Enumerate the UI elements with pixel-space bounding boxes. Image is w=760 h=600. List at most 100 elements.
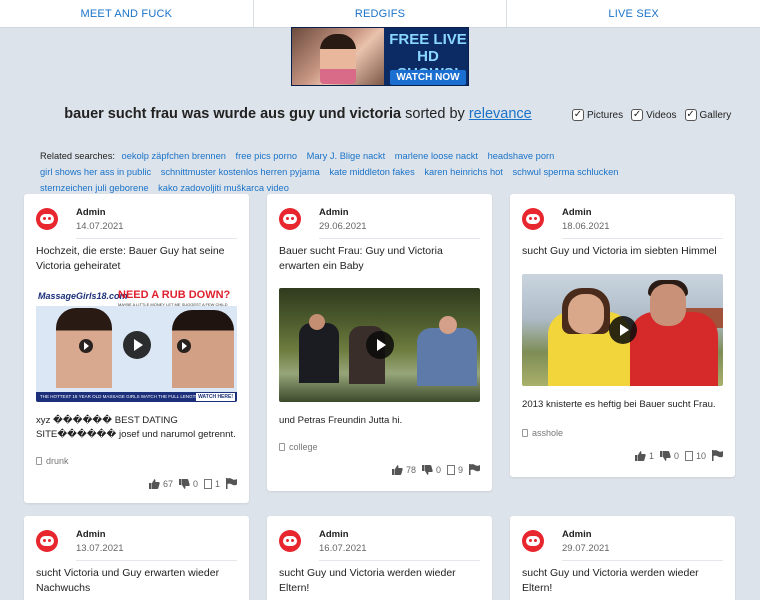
related-search-link[interactable]: sternzeichen juli geborene [40, 183, 149, 193]
post-card[interactable]: Admin 18.06.2021 sucht Guy und Victoria … [510, 194, 735, 477]
post-title[interactable]: Bauer sucht Frau: Guy und Victoria erwar… [279, 244, 480, 274]
checkbox-icon[interactable]: ✓ [631, 109, 644, 121]
related-search-link[interactable]: schwul sperma schlucken [512, 167, 618, 177]
dislike-button[interactable]: 0 [178, 478, 198, 489]
avatar[interactable] [522, 530, 544, 552]
post-card[interactable]: Admin 29.06.2021 Bauer sucht Frau: Guy u… [267, 194, 492, 491]
avatar[interactable] [279, 530, 301, 552]
sorted-by-label: sorted by [405, 106, 465, 122]
dislike-icon [421, 464, 433, 475]
related-search-link[interactable]: girl shows her ass in public [40, 167, 151, 177]
avatar[interactable] [279, 208, 301, 230]
post-tag[interactable]: asshole [522, 428, 563, 438]
related-searches-label: Related searches: [40, 151, 115, 161]
related-search-link[interactable]: oekolp zäpfchen brennen [122, 151, 226, 161]
like-button[interactable]: 1 [634, 450, 654, 461]
post-title[interactable]: sucht Guy und Victoria werden wieder Elt… [522, 566, 723, 596]
avatar[interactable] [36, 530, 58, 552]
play-icon[interactable] [79, 339, 93, 353]
post-title[interactable]: sucht Guy und Victoria im siebten Himmel [522, 244, 723, 259]
post-title[interactable]: sucht Guy und Victoria werden wieder Elt… [279, 566, 480, 596]
related-search-link[interactable]: kate middleton fakes [329, 167, 414, 177]
ad-watch-button[interactable]: WATCH HERE! [196, 393, 235, 401]
play-icon[interactable] [365, 331, 394, 359]
checkbox-icon[interactable]: ✓ [572, 109, 584, 121]
tag-icon [279, 443, 285, 451]
post-thumbnail[interactable]: MassageGirls18.com NEED A RUB DOWN? MAYB… [36, 288, 237, 402]
post-date: 13.07.2021 [76, 543, 124, 554]
ad-logo: MassageGirls18.com [38, 291, 128, 301]
post-author[interactable]: Admin [76, 529, 106, 540]
post-tag[interactable]: drunk [36, 456, 69, 466]
post-thumbnail[interactable] [279, 288, 480, 402]
ad-bar-text: THE HOTTEST 18 YEAR OLD MASSAGE GIRLS WA… [40, 394, 214, 399]
post-author[interactable]: Admin [319, 207, 349, 218]
flag-button[interactable] [712, 450, 723, 461]
post-date: 14.07.2021 [76, 221, 124, 232]
comment-icon [684, 450, 693, 461]
avatar[interactable] [36, 208, 58, 230]
ad-subline: MAYBE A LITTLE MONEY LET ME SUGGEST A FE… [118, 302, 228, 307]
checkbox-icon[interactable]: ✓ [684, 109, 697, 121]
post-description: 2013 knisterte es heftig bei Bauer sucht… [522, 399, 716, 410]
post-description: und Petras Freundin Jutta hi. [279, 415, 403, 426]
related-search-link[interactable]: kako zadovoljiti muškarca video [158, 183, 289, 193]
post-tag[interactable]: college [279, 442, 318, 452]
post-card[interactable]: Admin 16.07.2021 sucht Guy und Victoria … [267, 516, 492, 600]
related-search-link[interactable]: Mary J. Blige nackt [307, 151, 386, 161]
filter-pictures[interactable]: ✓ Pictures [572, 109, 623, 121]
post-date: 29.06.2021 [319, 221, 367, 232]
banner-watch-now-button[interactable]: WATCH NOW [390, 70, 466, 85]
divider [76, 560, 237, 561]
filter-label: Videos [646, 109, 677, 121]
flag-icon [226, 478, 237, 489]
divider [562, 560, 723, 561]
play-icon[interactable] [608, 316, 637, 344]
post-thumbnail[interactable] [522, 274, 723, 386]
like-button[interactable]: 67 [148, 478, 173, 489]
filter-label: Gallery [699, 109, 732, 121]
like-icon [391, 464, 403, 475]
like-button[interactable]: 78 [391, 464, 416, 475]
divider [76, 238, 237, 239]
comment-button[interactable]: 1 [203, 478, 220, 489]
nav-redgifs[interactable]: REDGIFS [254, 0, 508, 27]
dislike-button[interactable]: 0 [659, 450, 679, 461]
post-card[interactable]: Admin 14.07.2021 Hochzeit, die erste: Ba… [24, 194, 249, 503]
play-icon[interactable] [122, 331, 151, 359]
filter-gallery[interactable]: ✓ Gallery [684, 109, 732, 121]
tag-icon [522, 429, 528, 437]
post-author[interactable]: Admin [76, 207, 106, 218]
filter-label: Pictures [587, 109, 624, 121]
filter-videos[interactable]: ✓ Videos [631, 109, 677, 121]
nav-meet-and-fuck[interactable]: MEET AND FUCK [0, 0, 254, 27]
dislike-button[interactable]: 0 [421, 464, 441, 475]
related-search-link[interactable]: free pics porno [236, 151, 298, 161]
flag-button[interactable] [226, 478, 237, 489]
related-search-link[interactable]: headshave porn [488, 151, 555, 161]
media-filters: ✓ Pictures ✓ Videos ✓ Gallery [572, 109, 731, 121]
play-icon[interactable] [177, 339, 191, 353]
sort-relevance-link[interactable]: relevance [469, 106, 532, 122]
post-title[interactable]: sucht Victoria und Guy erwarten wieder N… [36, 566, 237, 596]
related-search-link[interactable]: marlene loose nackt [395, 151, 478, 161]
related-search-link[interactable]: karen heinrichs hot [424, 167, 503, 177]
post-title[interactable]: Hochzeit, die erste: Bauer Guy hat seine… [36, 244, 237, 274]
divider [562, 238, 723, 239]
comment-button[interactable]: 10 [684, 450, 706, 461]
post-author[interactable]: Admin [562, 529, 592, 540]
live-shows-banner[interactable]: FREE LIVE HD SHOWS! WATCH NOW [291, 27, 469, 86]
comment-button[interactable]: 9 [446, 464, 463, 475]
flag-button[interactable] [469, 464, 480, 475]
post-author[interactable]: Admin [319, 529, 349, 540]
post-card[interactable]: Admin 29.07.2021 sucht Guy und Victoria … [510, 516, 735, 600]
comment-icon [446, 464, 455, 475]
comment-icon [203, 478, 212, 489]
post-author[interactable]: Admin [562, 207, 592, 218]
avatar[interactable] [522, 208, 544, 230]
divider [319, 238, 480, 239]
nav-live-sex[interactable]: LIVE SEX [507, 0, 760, 27]
related-search-link[interactable]: schnittmuster kostenlos herren pyjama [161, 167, 320, 177]
post-card[interactable]: Admin 13.07.2021 sucht Victoria und Guy … [24, 516, 249, 600]
dislike-icon [178, 478, 190, 489]
